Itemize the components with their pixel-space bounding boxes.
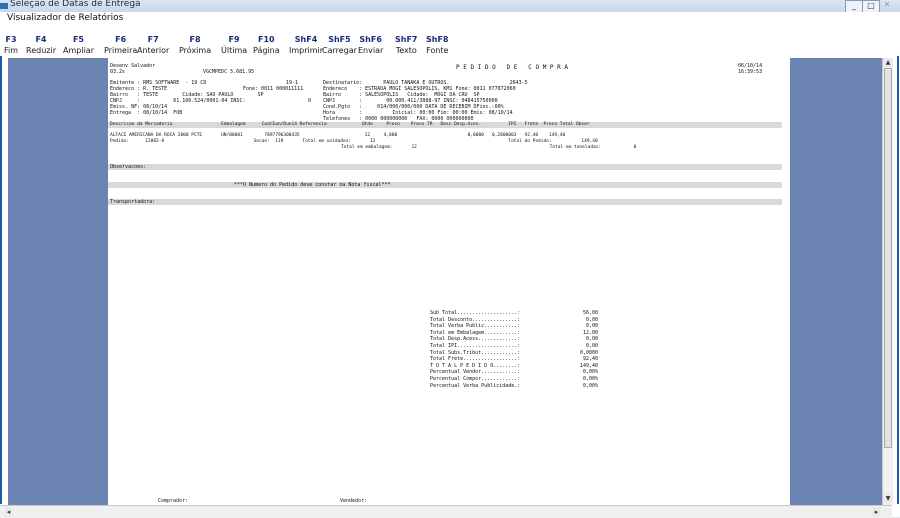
toolbar-label: Enviar — [358, 46, 384, 55]
transportadora-band — [108, 199, 782, 205]
toolbar-button-f10[interactable]: F10 Página — [253, 35, 280, 56]
toolbar-button-f5[interactable]: F5 Ampliar — [63, 35, 94, 56]
total-label: Percentual Verba Publicidade.: — [430, 382, 521, 389]
report-viewport[interactable]: Desenv Salvador 03.2s VGCMPEDC 5.681.95 … — [8, 58, 882, 505]
toolbar-button-f3[interactable]: F3 Fim — [4, 35, 18, 56]
total-label: Percentual Vendor............: — [430, 369, 521, 376]
horizontal-scrollbar[interactable]: ◂ ▸ — [0, 505, 892, 518]
total-label: Total em Embalagem...........: — [430, 329, 521, 336]
vendedor-label: Vendedor: — [340, 498, 368, 504]
toolbar-button-f8[interactable]: F8 Próxima — [179, 35, 211, 56]
report-title: P E D I D O D E C O M P R A — [456, 64, 568, 71]
toolbar-button-f6[interactable]: F6 Primeira — [104, 35, 137, 56]
right-edge-strip — [897, 56, 899, 504]
app-icon — [0, 3, 8, 9]
scroll-right-arrow-icon[interactable]: ▸ — [872, 507, 881, 517]
scroll-left-arrow-icon[interactable]: ◂ — [4, 507, 13, 517]
toolbar-key: F10 — [258, 35, 275, 44]
toolbar-label: Texto — [395, 46, 417, 55]
toolbar-label: Fonte — [426, 46, 449, 55]
window-title: Seleção de Datas de Entrega — [10, 0, 141, 9]
total-value: 0,00% — [582, 369, 598, 376]
observacoes-label: Observacoes: — [110, 164, 147, 170]
toolbar-key: F9 — [228, 35, 240, 44]
toolbar-button-shf5[interactable]: ShF5 Carregar — [322, 35, 357, 56]
total-value: 56,00 — [582, 310, 598, 316]
report-version: 03.2s — [110, 69, 126, 75]
toolbar-label: Reduzir — [26, 46, 56, 55]
total-label: Percentual Compor............: — [430, 376, 521, 382]
total-value: 12,00 — [582, 329, 598, 336]
toolbar-key: F5 — [72, 35, 84, 44]
total-label: Sub Total....................: — [430, 310, 521, 316]
emitente-insc: 0 — [308, 98, 312, 104]
total-value: 0,00 — [585, 323, 598, 330]
toolbar-label: Ampliar — [63, 46, 94, 55]
toolbar-key: ShF4 — [294, 35, 318, 44]
total-value: 0,00 — [585, 316, 598, 323]
toolbar-label: Anterior — [137, 46, 170, 55]
report-time: 16:39:53 — [738, 69, 763, 75]
window-title-bar: Seleção de Datas de Entrega _ □ ✕ — [0, 0, 900, 13]
vertical-scroll-thumb[interactable] — [884, 68, 892, 448]
scroll-down-arrow-icon[interactable]: ▼ — [883, 494, 893, 503]
toolbar-button-f4[interactable]: F4 Reduzir — [26, 35, 56, 56]
toolbar-button-shf8[interactable]: ShF8 Fonte — [426, 35, 449, 56]
total-value: 0,0000 — [579, 349, 598, 356]
toolbar-label: Carregar — [322, 46, 357, 55]
left-edge-strip — [0, 56, 2, 504]
total-value: 0,00% — [582, 376, 598, 382]
total-value: 149,40 — [579, 362, 598, 369]
transportadora-label: Transportadora: — [110, 199, 156, 205]
close-button[interactable]: ✕ — [879, 0, 895, 11]
toolbar-key: F7 — [147, 35, 159, 44]
toolbar-key: ShF7 — [395, 35, 418, 44]
toolbar-button-shf7[interactable]: ShF7 Texto — [395, 35, 418, 56]
total-label: Total IPI....................: — [430, 343, 521, 349]
total-label: Total Desp.Acess.............: — [430, 336, 521, 343]
toolbar-button-shf6[interactable]: ShF6 Enviar — [358, 35, 383, 56]
vertical-scrollbar[interactable]: ▲ ▼ — [882, 58, 893, 505]
toolbar-key: ShF8 — [426, 35, 449, 44]
total-label: T O T A L P E D I D O........: — [430, 362, 521, 369]
entrega-line: Entrega : 08/10/14 FOB — [110, 110, 183, 116]
total-value: 92,40 — [582, 356, 598, 363]
total-value: 0,00% — [582, 382, 598, 389]
nota-fiscal-message: ***O Numero do Pedido deve constar na No… — [234, 182, 391, 188]
report-page: Desenv Salvador 03.2s VGCMPEDC 5.681.95 … — [108, 58, 790, 505]
nota-fiscal-band — [108, 182, 782, 188]
toolbar: F3 Fim F4 Reduzir F5 Ampliar F6 Primeira F7 Anter… — [0, 23, 900, 61]
toolbar-key: F4 — [35, 35, 47, 44]
emitente-phone: Fone: 0011 000011111 — [243, 86, 304, 92]
total-value: 0,00 — [585, 336, 598, 343]
total-label: Total Subs.Tribut............: — [430, 349, 521, 356]
toolbar-button-f7[interactable]: F7 Anterior — [137, 35, 169, 56]
toolbar-key: ShF6 — [359, 35, 382, 44]
total-label: Total Desconto...............: — [430, 316, 521, 323]
toolbar-key: F6 — [115, 35, 127, 44]
embalagem-row: Total em embalagem: 12 Total em tonelada… — [341, 145, 637, 150]
observacoes-band — [108, 164, 782, 170]
toolbar-button-shf4[interactable]: ShF4 Imprimir — [289, 35, 323, 56]
toolbar-label: Fim — [4, 46, 19, 55]
items-header: Descricao da Mercadoria Embalagem Cod/Ea… — [110, 122, 590, 127]
scroll-up-arrow-icon[interactable]: ▲ — [883, 58, 893, 67]
toolbar-button-f9[interactable]: F9 Última — [221, 35, 247, 56]
toolbar-key: ShF5 — [328, 35, 351, 44]
toolbar-label: Próxima — [179, 46, 212, 55]
report-program: VGCMPEDC 5.681.95 — [203, 69, 255, 75]
total-value: 0,00 — [585, 343, 598, 349]
toolbar-key: F8 — [189, 35, 201, 44]
toolbar-label: Última — [221, 46, 248, 55]
comprador-label: Comprador: — [158, 498, 189, 504]
total-label: Total Frete..................: — [430, 356, 521, 363]
toolbar-label: Página — [253, 46, 280, 55]
toolbar-label: Primeira — [104, 46, 138, 55]
viewer-title: Visualizador de Relatórios — [7, 13, 124, 23]
toolbar-key: F3 — [5, 35, 17, 44]
toolbar-label: Imprimir — [289, 46, 324, 55]
total-label: Total Verba Public...........: — [430, 323, 521, 330]
